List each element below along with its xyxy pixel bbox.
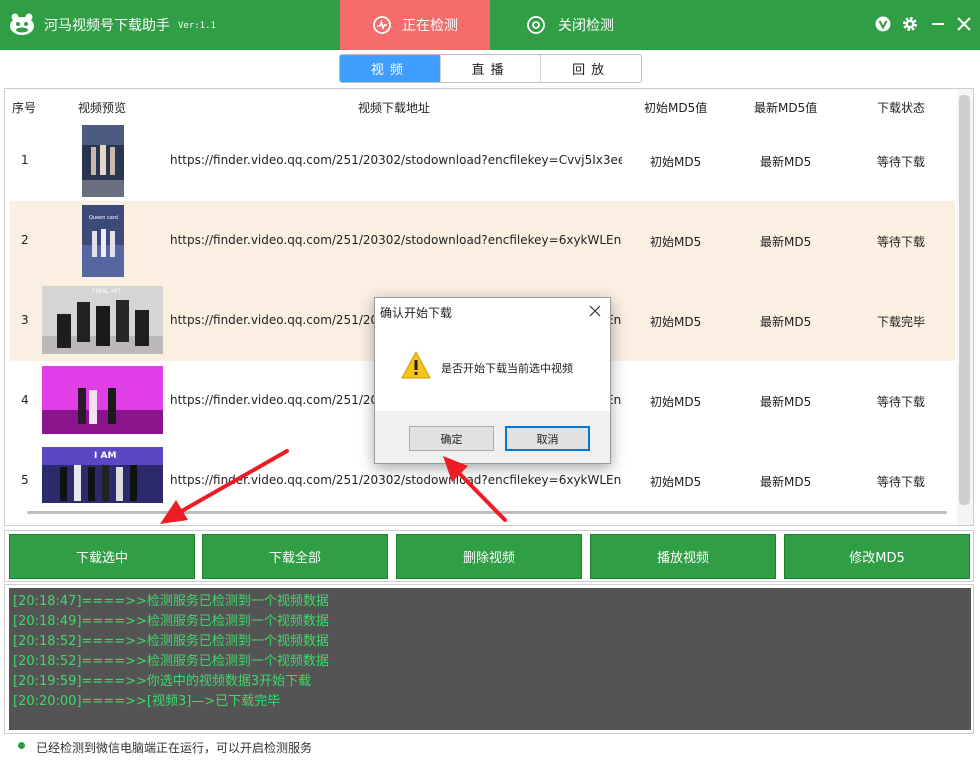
md5-latest: 最新MD5 <box>760 475 812 489</box>
modify-md5-button[interactable]: 修改MD5 <box>784 534 970 579</box>
col-index: 序号 <box>12 101 37 115</box>
log-line: [20:20:00]====>>[视频3]—>已下载完毕 <box>13 694 281 709</box>
gear-icon[interactable] <box>901 15 919 33</box>
col-url: 视频下载地址 <box>358 101 431 115</box>
md5-initial: 初始MD5 <box>650 315 702 329</box>
status-text: 已经检测到微信电脑端正在运行，可以开启检测服务 <box>36 741 313 755</box>
dialog-ok-button[interactable]: 确定 <box>409 426 494 451</box>
thumbnail-caption: I AM <box>94 451 117 461</box>
download-status: 下载完毕 <box>877 315 926 329</box>
col-md5-initial: 初始MD5值 <box>644 101 708 115</box>
title-bar: 河马视频号下载助手 Ver:1.1 正在检测 关闭检测 <box>0 0 980 50</box>
row-index: 1 <box>21 153 29 167</box>
detect-icon <box>373 16 391 34</box>
download-status: 等待下载 <box>877 395 926 409</box>
log-line: [20:19:59]====>>你选中的视频数据3开始下载 <box>13 674 312 689</box>
action-bar: 下载选中 下载全部 删除视频 播放视频 修改MD5 <box>4 530 974 582</box>
status-bar: 已经检测到微信电脑端正在运行，可以开启检测服务 <box>0 736 980 760</box>
download-status: 等待下载 <box>877 235 926 249</box>
delete-video-button[interactable]: 删除视频 <box>396 534 582 579</box>
md5-initial: 初始MD5 <box>650 475 702 489</box>
log-panel: [20:18:47]====>>检测服务已检测到一个视频数据 [20:18:49… <box>4 584 974 734</box>
table-header: 序号 视频预览 视频下载地址 初始MD5值 最新MD5值 下载状态 <box>5 89 955 123</box>
horizontal-scrollbar[interactable] <box>27 511 947 514</box>
video-thumbnail: I AM <box>42 447 163 503</box>
video-url: https://finder.video.qq.com/251/20302/st… <box>170 233 622 247</box>
tab-detecting-label: 正在检测 <box>402 18 458 34</box>
dialog-message: 是否开始下载当前选中视频 <box>441 362 573 375</box>
row-index: 5 <box>21 473 29 487</box>
confirm-download-dialog: 确认开始下载 是否开始下载当前选中视频 确定 取消 <box>374 297 611 464</box>
dialog-title-bar: 确认开始下载 <box>375 298 610 325</box>
md5-initial: 初始MD5 <box>650 235 702 249</box>
tab-video[interactable]: 视频 <box>340 55 441 82</box>
play-video-button[interactable]: 播放视频 <box>590 534 776 579</box>
dialog-body: 是否开始下载当前选中视频 <box>375 325 610 411</box>
md5-initial: 初始MD5 <box>650 395 702 409</box>
video-url: https://finder.video.qq.com/251/20302/st… <box>170 473 622 487</box>
status-dot-icon <box>18 742 25 749</box>
hippo-logo-icon <box>10 13 34 35</box>
app-version: Ver:1.1 <box>178 21 216 31</box>
tab-replay[interactable]: 回放 <box>541 55 641 82</box>
video-thumbnail: FINAL HIT <box>42 286 163 354</box>
tab-live[interactable]: 直播 <box>441 55 542 82</box>
log-line: [20:18:47]====>>检测服务已检测到一个视频数据 <box>13 594 329 609</box>
video-url: https://finder.video.qq.com/251/20302/st… <box>170 153 622 167</box>
dialog-title: 确认开始下载 <box>380 306 453 320</box>
dialog-close-icon[interactable] <box>587 303 603 319</box>
video-thumbnail <box>42 366 163 434</box>
minimize-icon[interactable] <box>929 15 947 33</box>
app-title: 河马视频号下载助手 <box>44 18 170 34</box>
close-icon[interactable] <box>955 15 973 33</box>
row-index: 2 <box>21 233 29 247</box>
col-md5-latest: 最新MD5值 <box>754 101 818 115</box>
download-all-button[interactable]: 下载全部 <box>202 534 388 579</box>
log-line: [20:18:52]====>>检测服务已检测到一个视频数据 <box>13 654 329 669</box>
stop-circle-icon <box>527 16 545 34</box>
col-preview: 视频预览 <box>78 101 127 115</box>
dialog-cancel-button[interactable]: 取消 <box>505 426 590 451</box>
tab-stop-label: 关闭检测 <box>558 18 614 34</box>
log-line: [20:18:49]====>>检测服务已检测到一个视频数据 <box>13 614 329 629</box>
video-thumbnail: Queen card <box>82 205 124 277</box>
tab-detecting[interactable]: 正在检测 <box>340 0 490 50</box>
row-index: 3 <box>21 313 29 327</box>
warning-icon <box>401 350 431 379</box>
download-status: 等待下载 <box>877 475 926 489</box>
horizontal-scroll-track <box>5 503 957 525</box>
vertical-scrollbar[interactable] <box>959 95 970 505</box>
md5-initial: 初始MD5 <box>650 155 702 169</box>
table-row[interactable]: 2 Queen card https://finder.video.qq.com… <box>10 201 955 281</box>
download-status: 等待下载 <box>877 155 926 169</box>
thumbnail-caption: FINAL HIT <box>92 288 122 295</box>
tab-stop-detect[interactable]: 关闭检测 <box>505 0 635 50</box>
segment-tabs: 视频 直播 回放 <box>339 54 642 83</box>
download-selected-button[interactable]: 下载选中 <box>9 534 195 579</box>
vip-icon[interactable] <box>874 15 892 33</box>
row-index: 4 <box>21 393 29 407</box>
md5-latest: 最新MD5 <box>760 155 812 169</box>
video-thumbnail <box>82 125 124 197</box>
table-row[interactable]: 1 https://finder.video.qq.com/251/20302/… <box>10 121 955 201</box>
md5-latest: 最新MD5 <box>760 235 812 249</box>
md5-latest: 最新MD5 <box>760 395 812 409</box>
col-status: 下载状态 <box>877 101 926 115</box>
thumbnail-caption: Queen card <box>89 215 118 221</box>
md5-latest: 最新MD5 <box>760 315 812 329</box>
log-line: [20:18:52]====>>检测服务已检测到一个视频数据 <box>13 634 329 649</box>
log-output[interactable]: [20:18:47]====>>检测服务已检测到一个视频数据 [20:18:49… <box>9 588 971 730</box>
